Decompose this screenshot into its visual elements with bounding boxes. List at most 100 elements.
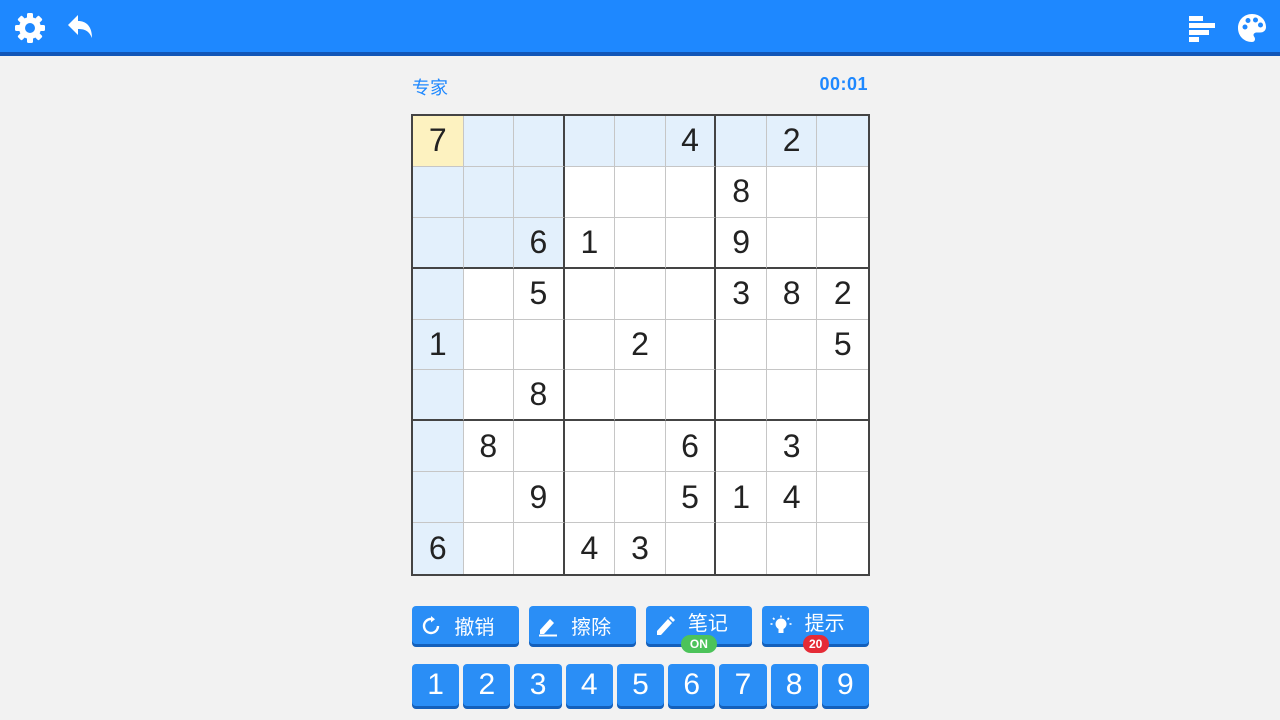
sudoku-cell-r7c8[interactable]: 3 xyxy=(766,421,818,473)
sudoku-cell-r5c6[interactable] xyxy=(665,319,717,371)
undo-button[interactable]: 撤销 xyxy=(412,606,519,644)
sudoku-cell-r6c5[interactable] xyxy=(615,370,666,422)
sudoku-cell-r1c9[interactable] xyxy=(817,116,868,167)
sudoku-cell-r8c8[interactable]: 4 xyxy=(766,472,818,524)
sudoku-cell-r6c4[interactable] xyxy=(564,370,616,422)
sudoku-cell-r7c1[interactable] xyxy=(413,421,464,473)
sudoku-cell-r8c2[interactable] xyxy=(463,472,515,524)
sudoku-cell-r1c5[interactable] xyxy=(615,116,666,167)
leaderboard-icon[interactable] xyxy=(1184,10,1220,46)
sudoku-cell-r6c9[interactable] xyxy=(817,370,868,422)
sudoku-cell-r4c5[interactable] xyxy=(615,268,666,320)
sudoku-cell-r5c3[interactable] xyxy=(514,319,565,371)
sudoku-cell-r3c9[interactable] xyxy=(817,217,868,269)
sudoku-cell-r3c3[interactable]: 6 xyxy=(514,217,565,269)
sudoku-cell-r5c8[interactable] xyxy=(766,319,818,371)
sudoku-cell-r3c6[interactable] xyxy=(665,217,717,269)
sudoku-cell-r8c3[interactable]: 9 xyxy=(514,472,565,524)
sudoku-cell-r4c7[interactable]: 3 xyxy=(716,268,767,320)
sudoku-cell-r2c5[interactable] xyxy=(615,166,666,218)
sudoku-cell-r2c1[interactable] xyxy=(413,166,464,218)
sudoku-cell-r1c1[interactable]: 7 xyxy=(413,116,464,167)
sudoku-cell-r1c8[interactable]: 2 xyxy=(766,116,818,167)
sudoku-cell-r4c3[interactable]: 5 xyxy=(514,268,565,320)
number-button-6[interactable]: 6 xyxy=(668,664,716,706)
sudoku-cell-r3c2[interactable] xyxy=(463,217,515,269)
number-button-8[interactable]: 8 xyxy=(770,664,818,706)
sudoku-cell-r5c5[interactable]: 2 xyxy=(615,319,666,371)
sudoku-cell-r2c9[interactable] xyxy=(817,166,868,218)
sudoku-cell-r6c3[interactable]: 8 xyxy=(514,370,565,422)
sudoku-cell-r8c5[interactable] xyxy=(615,472,666,524)
sudoku-cell-r6c2[interactable] xyxy=(463,370,515,422)
sudoku-cell-r9c7[interactable] xyxy=(716,523,767,574)
sudoku-cell-r9c2[interactable] xyxy=(463,523,515,574)
sudoku-cell-r9c9[interactable] xyxy=(817,523,868,574)
sudoku-cell-r3c8[interactable] xyxy=(766,217,818,269)
sudoku-cell-r3c1[interactable] xyxy=(413,217,464,269)
palette-icon[interactable] xyxy=(1234,10,1270,46)
sudoku-cell-r9c8[interactable] xyxy=(766,523,818,574)
number-button-9[interactable]: 9 xyxy=(821,664,869,706)
sudoku-cell-r8c6[interactable]: 5 xyxy=(665,472,717,524)
number-button-2[interactable]: 2 xyxy=(463,664,511,706)
sudoku-cell-r3c5[interactable] xyxy=(615,217,666,269)
erase-button[interactable]: 擦除 xyxy=(528,606,636,644)
sudoku-cell-r4c9[interactable]: 2 xyxy=(817,268,868,320)
sudoku-cell-r5c9[interactable]: 5 xyxy=(817,319,868,371)
sudoku-cell-r4c4[interactable] xyxy=(564,268,616,320)
sudoku-cell-r1c3[interactable] xyxy=(514,116,565,167)
hint-label: 提示 xyxy=(804,612,845,635)
sudoku-cell-r6c1[interactable] xyxy=(413,370,464,422)
sudoku-cell-r8c1[interactable] xyxy=(413,472,464,524)
sudoku-cell-r7c3[interactable] xyxy=(514,421,565,473)
sudoku-cell-r8c4[interactable] xyxy=(564,472,616,524)
sudoku-cell-r7c9[interactable] xyxy=(817,421,868,473)
sudoku-cell-r2c6[interactable] xyxy=(665,166,717,218)
settings-gear-icon[interactable] xyxy=(12,10,48,46)
sudoku-cell-r7c4[interactable] xyxy=(564,421,616,473)
number-button-5[interactable]: 5 xyxy=(616,664,665,706)
sudoku-cell-r2c3[interactable] xyxy=(514,166,565,218)
number-button-4[interactable]: 4 xyxy=(565,664,613,706)
number-button-3[interactable]: 3 xyxy=(514,664,562,706)
back-arrow-icon[interactable] xyxy=(62,10,98,46)
sudoku-cell-r2c8[interactable] xyxy=(766,166,818,218)
sudoku-cell-r4c6[interactable] xyxy=(665,268,717,320)
sudoku-cell-r4c2[interactable] xyxy=(463,268,515,320)
sudoku-cell-r7c5[interactable] xyxy=(615,421,666,473)
number-button-7[interactable]: 7 xyxy=(719,664,767,706)
sudoku-cell-r5c2[interactable] xyxy=(463,319,515,371)
sudoku-cell-r2c7[interactable]: 8 xyxy=(716,166,767,218)
sudoku-cell-r6c7[interactable] xyxy=(716,370,767,422)
sudoku-cell-r3c4[interactable]: 1 xyxy=(564,217,616,269)
sudoku-cell-r5c7[interactable] xyxy=(716,319,767,371)
sudoku-cell-r9c4[interactable]: 4 xyxy=(564,523,616,574)
game-timer: 00:01 xyxy=(819,74,868,94)
sudoku-cell-r6c8[interactable] xyxy=(766,370,818,422)
sudoku-cell-r4c1[interactable] xyxy=(413,268,464,320)
sudoku-cell-r1c7[interactable] xyxy=(716,116,767,167)
sudoku-cell-r9c1[interactable]: 6 xyxy=(413,523,464,574)
sudoku-cell-r3c7[interactable]: 9 xyxy=(716,217,767,269)
sudoku-cell-r1c2[interactable] xyxy=(463,116,515,167)
sudoku-cell-r9c5[interactable]: 3 xyxy=(615,523,666,574)
hint-button[interactable]: 提示 20 xyxy=(762,606,869,653)
sudoku-cell-r2c4[interactable] xyxy=(564,166,616,218)
sudoku-cell-r2c2[interactable] xyxy=(463,166,515,218)
number-button-1[interactable]: 1 xyxy=(412,664,460,706)
sudoku-cell-r1c4[interactable] xyxy=(564,116,616,167)
sudoku-cell-r4c8[interactable]: 8 xyxy=(766,268,818,320)
sudoku-cell-r7c6[interactable]: 6 xyxy=(665,421,717,473)
sudoku-cell-r1c6[interactable]: 4 xyxy=(665,116,717,167)
sudoku-cell-r8c7[interactable]: 1 xyxy=(716,472,767,524)
sudoku-cell-r9c6[interactable] xyxy=(665,523,717,574)
sudoku-cell-r7c7[interactable] xyxy=(716,421,767,473)
sudoku-cell-r6c6[interactable] xyxy=(665,370,717,422)
sudoku-cell-r8c9[interactable] xyxy=(817,472,868,524)
sudoku-cell-r5c1[interactable]: 1 xyxy=(413,319,464,371)
sudoku-cell-r7c2[interactable]: 8 xyxy=(463,421,515,473)
sudoku-cell-r5c4[interactable] xyxy=(564,319,616,371)
sudoku-cell-r9c3[interactable] xyxy=(514,523,565,574)
notes-button[interactable]: 笔记 ON xyxy=(645,606,753,653)
